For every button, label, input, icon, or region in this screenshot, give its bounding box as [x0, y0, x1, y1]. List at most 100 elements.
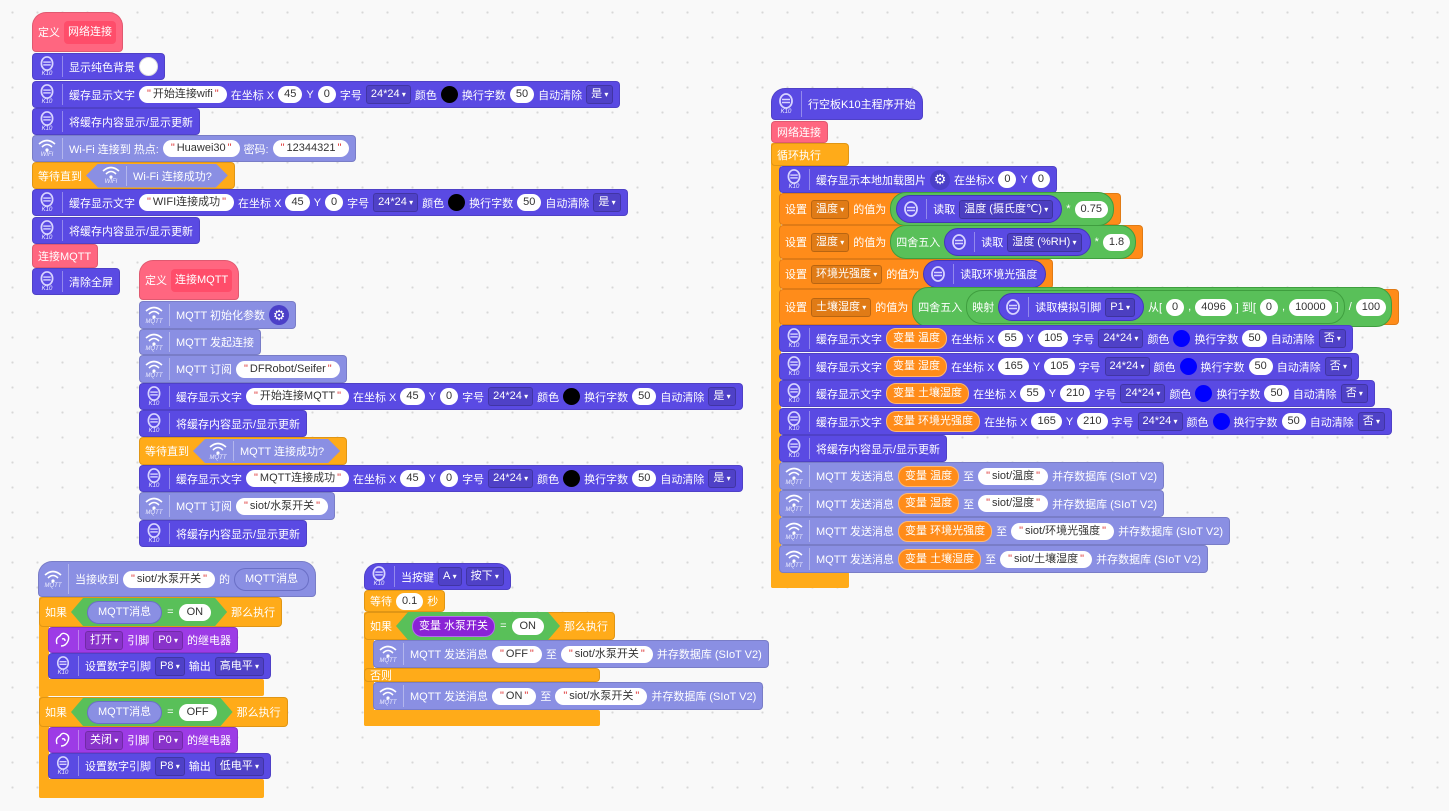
dropdown[interactable]: 24*24	[373, 193, 419, 212]
number-input[interactable]: 50	[509, 86, 535, 103]
dropdown[interactable]: 24*24	[488, 469, 534, 488]
comparison-condition[interactable]: MQTT消息 = ON	[71, 598, 227, 626]
color-swatch[interactable]	[1179, 358, 1197, 375]
number-input[interactable]: 4096	[1195, 298, 1232, 316]
string-input[interactable]: " OFF "	[492, 645, 542, 663]
block-k10[interactable]: K10 行空板K10主程序开始	[771, 88, 923, 120]
string-input[interactable]: ON	[512, 618, 545, 635]
k10-sensor-reporter[interactable]: 读取 温度 (摄氏度℃)	[896, 195, 1063, 223]
operator-reporter[interactable]: 映射读取模拟引脚P1从[0,4096] 到[0,10000]	[966, 290, 1345, 324]
dropdown[interactable]: P8	[155, 756, 185, 776]
block-k10[interactable]: K10 当按键 A按下	[364, 563, 511, 590]
dropdown[interactable]: 是	[708, 387, 736, 406]
block-ctrl[interactable]: 如果 变量 水泵开关 = ON 那么执行	[364, 612, 615, 640]
string-input[interactable]: " siot/环境光强度 "	[1011, 522, 1115, 540]
number-input[interactable]: 210	[1077, 413, 1108, 430]
number-input[interactable]: 105	[1038, 330, 1069, 347]
string-input[interactable]: " siot/水泵开关 "	[236, 497, 329, 515]
number-input[interactable]: 50	[1248, 358, 1273, 375]
number-input[interactable]: 45	[278, 86, 303, 103]
dropdown[interactable]: 24*24	[488, 387, 534, 406]
number-input[interactable]: 0	[1259, 298, 1278, 316]
comparison-condition[interactable]: MQTT消息 = OFF	[71, 698, 233, 726]
block-ctrl[interactable]: 如果 MQTT消息 = OFF 那么执行	[39, 697, 288, 727]
k10-sensor-reporter[interactable]: 读取模拟引脚 P1	[998, 293, 1144, 321]
mqtt-message-reporter[interactable]: MQTT消息	[87, 601, 162, 624]
k10-sensor-reporter[interactable]: 读取 湿度 (%RH)	[944, 228, 1091, 256]
string-input[interactable]: " siot/水泵开关 "	[560, 645, 653, 663]
block-k10[interactable]: K10 缓存显示文字变量 湿度在坐标 X165Y105字号24*24颜色 换行字数5…	[779, 353, 1360, 380]
dropdown[interactable]: 否	[1340, 384, 1368, 403]
number-input[interactable]: 50	[1242, 330, 1267, 347]
variable-reporter[interactable]: 变量 土壤湿度	[886, 383, 970, 404]
block-relay[interactable]: 关闭引脚P0的继电器	[48, 727, 238, 753]
block-k10[interactable]: K10 将缓存内容显示/显示更新	[32, 217, 201, 244]
number-input[interactable]: 165	[998, 358, 1029, 375]
number-input[interactable]: 1.8	[1102, 233, 1131, 251]
number-input[interactable]: 0	[325, 194, 344, 211]
number-input[interactable]: 50	[1264, 385, 1289, 402]
dropdown[interactable]: 低电平	[214, 756, 264, 776]
number-input[interactable]: 55	[998, 330, 1023, 347]
operator-reporter[interactable]: 读取温度 (摄氏度℃)*0.75	[890, 192, 1114, 226]
string-input[interactable]: " Huawei30 "	[162, 140, 240, 157]
k10-sensor-reporter[interactable]: 读取环境光强度	[923, 260, 1047, 288]
color-swatch[interactable]	[440, 86, 458, 103]
block-k10[interactable]: K10缓存显示文字"开始连接wifi"在坐标 X45Y0字号24*24颜色换行字…	[32, 81, 621, 108]
number-input[interactable]: 50	[517, 194, 542, 211]
block-k10[interactable]: K10 设置数字引脚 P8输出高电平	[48, 653, 271, 679]
number-input[interactable]: 0.1	[396, 592, 424, 610]
block-k10[interactable]: K10 缓存显示文字变量 温度在坐标 X55Y105字号24*24颜色 换行字数50…	[779, 325, 1353, 352]
number-input[interactable]: 55	[1020, 385, 1045, 402]
block-proc[interactable]: 定义 连接MQTT	[139, 260, 240, 300]
variable-reporter[interactable]: 变量 温度	[886, 328, 948, 349]
dropdown[interactable]: 24*24	[1098, 329, 1144, 348]
dropdown[interactable]: 湿度 (%RH)	[1007, 232, 1082, 252]
block-k10[interactable]: K10缓存显示文字"开始连接MQTT"在坐标 X45Y0字号24*24颜色换行字…	[139, 383, 743, 410]
number-input[interactable]: 210	[1060, 385, 1091, 402]
block-proc[interactable]: 连接MQTT	[32, 244, 99, 268]
block-k10[interactable]: K10 缓存显示本地加载图片 ⚙ 在坐标X 0 Y 0	[779, 166, 1057, 193]
number-input[interactable]: 0	[317, 86, 336, 103]
block-k10[interactable]: K10 清除全屏	[32, 268, 120, 295]
comparison-condition[interactable]: 变量 水泵开关 = ON	[396, 612, 560, 640]
number-input[interactable]: 0	[1031, 171, 1050, 188]
string-input[interactable]: " WIFI连接成功 "	[139, 194, 235, 211]
block-proc[interactable]: 网络连接	[771, 121, 828, 143]
block-k10[interactable]: K10 将缓存内容显示/显示更新	[32, 108, 201, 135]
connection-status-condition[interactable]: MQTT MQTT 连接成功?	[193, 439, 340, 463]
block-ctrl[interactable]: 等待直到 MQTT MQTT 连接成功?	[139, 437, 348, 465]
color-swatch[interactable]	[1212, 413, 1230, 430]
string-input[interactable]: " MQTT连接成功 "	[246, 470, 349, 487]
string-input[interactable]: " siot/土壤湿度 "	[1000, 550, 1093, 568]
block-ctrl[interactable]: 循环执行	[771, 143, 849, 166]
dropdown[interactable]: 关闭	[85, 730, 124, 750]
dropdown[interactable]: 温度 (摄氏度℃)	[959, 199, 1054, 219]
block-wifi[interactable]: MQTT MQTT 订阅 " DFRobot/Seifer "	[139, 355, 347, 383]
block-relay[interactable]: 打开引脚P0的继电器	[48, 627, 238, 653]
number-input[interactable]: 0	[1166, 298, 1185, 316]
number-input[interactable]: 0.75	[1074, 200, 1108, 218]
dropdown[interactable]: 打开	[85, 630, 124, 650]
number-input[interactable]: 10000	[1289, 298, 1332, 316]
dropdown[interactable]: P8	[155, 656, 185, 676]
dropdown[interactable]: 高电平	[214, 656, 264, 676]
block-k10[interactable]: K10 缓存显示文字变量 环境光强度在坐标 X165Y210字号24*24颜色 换行…	[779, 408, 1393, 435]
dropdown[interactable]: 土壤湿度	[811, 297, 872, 317]
dropdown[interactable]: 是	[586, 85, 614, 104]
operator-reporter[interactable]: 四舍五入映射读取模拟引脚P1从[0,4096] 到[0,10000]/100	[912, 287, 1393, 327]
dropdown[interactable]: 是	[593, 193, 621, 212]
variable-reporter[interactable]: 变量 湿度	[898, 493, 960, 514]
string-input[interactable]: " siot/水泵开关 "	[555, 687, 648, 705]
block-k10[interactable]: K10 将缓存内容显示/显示更新	[779, 435, 948, 462]
dropdown[interactable]: 湿度	[811, 232, 850, 252]
color-swatch[interactable]	[1195, 385, 1213, 402]
dropdown[interactable]: 24*24	[365, 85, 411, 104]
dropdown[interactable]: 否	[1357, 412, 1386, 431]
block-wifi[interactable]: WIFI Wi-Fi 连接到 热点: " Huawei30 " 密码: " 12344321 "	[32, 135, 357, 162]
dropdown[interactable]: 24*24	[1137, 412, 1183, 431]
string-input[interactable]: " siot/温度 "	[978, 467, 1049, 485]
variable-reporter[interactable]: 变量 湿度	[886, 356, 948, 377]
number-input[interactable]: 50	[632, 388, 657, 405]
string-input[interactable]: " siot/湿度 "	[978, 495, 1049, 512]
